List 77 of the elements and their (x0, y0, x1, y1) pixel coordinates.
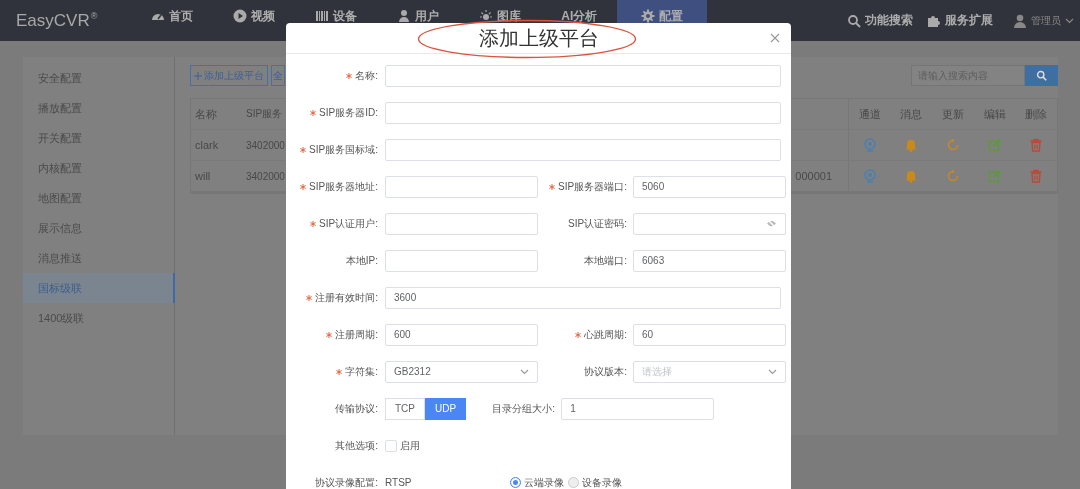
chevron-down-icon (768, 368, 777, 375)
toggle-option[interactable]: TCP (385, 397, 425, 420)
search-button[interactable] (1025, 65, 1058, 86)
dropdown[interactable]: GB2312 (385, 360, 538, 383)
dialog-title: 添加上级平台 (478, 25, 599, 51)
user-icon (1013, 13, 1027, 28)
nav-tab[interactable]: 视频 (213, 0, 296, 41)
input-field[interactable] (385, 64, 781, 87)
input-field[interactable] (385, 212, 538, 235)
sun-icon (479, 9, 494, 23)
field-label: 注册周期: (335, 327, 378, 342)
field-label: SIP认证用户: (319, 216, 378, 231)
field-label: 传输协议: (335, 401, 378, 416)
bell-icon[interactable] (904, 169, 919, 183)
trash-icon[interactable] (1029, 138, 1044, 152)
input-field[interactable]: 600 (385, 323, 538, 346)
checkbox[interactable] (385, 439, 397, 452)
edit-icon[interactable] (987, 138, 1002, 152)
field-label: 字符集: (345, 364, 378, 379)
checkbox-label: 启用 (400, 438, 420, 453)
field-label: 心跳周期: (584, 327, 627, 342)
input-field[interactable] (385, 138, 781, 161)
table-cell-text: 3402000 (246, 169, 285, 184)
toggle-option[interactable]: UDP (425, 397, 467, 420)
field-label: SIP服务器地址: (309, 179, 378, 194)
nav-link[interactable]: 服务扩展 (927, 12, 993, 29)
input-field[interactable]: 5060 (633, 175, 786, 198)
input-field[interactable]: 60 (633, 323, 786, 346)
field-label: 其他选项: (335, 438, 378, 453)
refresh-icon[interactable] (946, 138, 960, 152)
bars-icon (315, 9, 330, 23)
puzzle-icon (927, 13, 941, 28)
field-label: 名称: (355, 68, 378, 83)
camera-icon[interactable] (862, 169, 877, 183)
refresh-icon[interactable] (946, 169, 960, 183)
nav-link[interactable]: 功能搜索 (847, 12, 913, 29)
nav-tab[interactable]: 设备 (295, 0, 378, 41)
input-field[interactable] (385, 175, 538, 198)
nav-tab[interactable]: 首页 (131, 0, 214, 41)
field-label: 注册有效时间: (315, 290, 378, 305)
bell-icon[interactable] (904, 138, 919, 152)
field-label: 协议录像配置: (315, 475, 378, 489)
password-field[interactable] (633, 212, 786, 235)
input-field[interactable]: 1 (561, 397, 715, 420)
input-field[interactable] (385, 101, 781, 124)
close-icon[interactable] (770, 33, 780, 43)
nav-tab[interactable]: 用户 (377, 0, 460, 41)
person-icon (397, 9, 412, 23)
field-label: 本地端口: (584, 253, 627, 268)
input-field[interactable]: 6063 (633, 249, 786, 272)
play-icon (233, 9, 248, 23)
field-label: SIP认证密码: (568, 216, 627, 231)
radio-button[interactable] (509, 477, 521, 488)
field-label: 协议版本: (584, 364, 627, 379)
radio-label: 云端录像 (523, 475, 564, 489)
edit-icon[interactable] (987, 169, 1002, 183)
search-icon (847, 13, 861, 28)
field-label: 本地IP: (345, 253, 378, 268)
caret-icon (1065, 17, 1074, 24)
radio-button[interactable] (567, 477, 579, 488)
table-cell-text: 3402000 (246, 138, 285, 153)
field-label: SIP服务器端口: (558, 179, 627, 194)
app-logo: EasyCVR$^{®}$ (15, 10, 99, 31)
search-icon (1036, 70, 1047, 81)
input-field[interactable] (385, 249, 538, 272)
plus-icon (194, 71, 202, 80)
trash-icon[interactable] (1029, 169, 1044, 183)
field-label: SIP服务国标域: (309, 142, 378, 157)
eye-slash-icon (766, 219, 777, 228)
field-label: 目录分组大小: (492, 401, 556, 416)
field-label: SIP服务器ID: (319, 105, 378, 120)
user-menu[interactable]: 管理员 (1013, 13, 1074, 28)
camera-icon[interactable] (862, 138, 877, 152)
field-value: RTSP (385, 477, 412, 488)
chevron-down-icon (520, 368, 529, 375)
radio-label: 设备录像 (581, 475, 622, 489)
input-field[interactable]: 3600 (385, 286, 781, 309)
